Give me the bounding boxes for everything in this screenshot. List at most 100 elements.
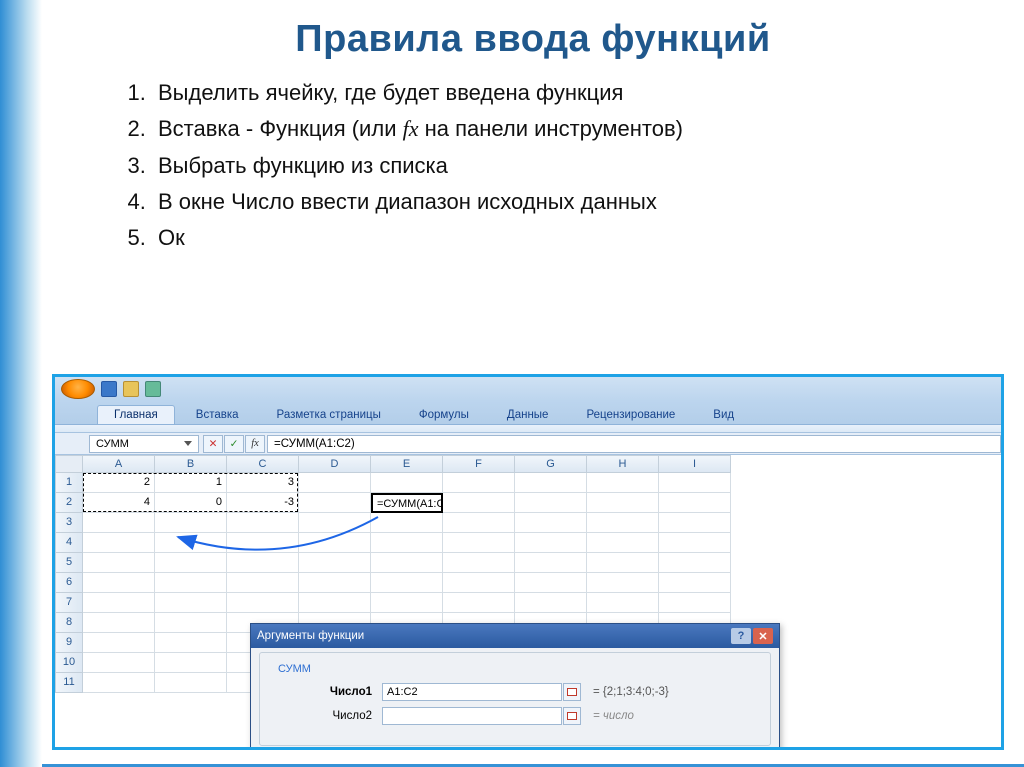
close-button[interactable]: ✕ [753, 628, 773, 644]
cell[interactable] [587, 493, 659, 513]
row-header[interactable]: 3 [55, 513, 83, 533]
formula-input[interactable]: =СУММ(A1:C2) [267, 435, 1001, 453]
cell[interactable] [587, 473, 659, 493]
cell[interactable] [155, 513, 227, 533]
cell[interactable] [587, 513, 659, 533]
row-header[interactable]: 8 [55, 613, 83, 633]
col-header[interactable]: D [299, 455, 371, 473]
cell[interactable] [515, 593, 587, 613]
cell[interactable] [587, 593, 659, 613]
cell[interactable] [659, 533, 731, 553]
cell[interactable]: 2 [83, 473, 155, 493]
cell[interactable] [515, 533, 587, 553]
cell[interactable] [83, 653, 155, 673]
row-header[interactable]: 1 [55, 473, 83, 493]
cell[interactable] [299, 593, 371, 613]
cell[interactable] [155, 553, 227, 573]
select-all-corner[interactable] [55, 455, 83, 473]
cell[interactable] [443, 513, 515, 533]
cell[interactable] [371, 573, 443, 593]
worksheet-grid[interactable]: A B C D E F G H I 1234567891011 21340-3=… [55, 455, 1001, 750]
cell[interactable] [227, 533, 299, 553]
row-header[interactable]: 6 [55, 573, 83, 593]
tab-page-layout[interactable]: Разметка страницы [260, 405, 398, 424]
confirm-formula-button[interactable]: ✓ [224, 435, 244, 453]
dialog-titlebar[interactable]: Аргументы функции ? ✕ [251, 624, 779, 648]
cell[interactable] [155, 633, 227, 653]
cell[interactable] [587, 573, 659, 593]
tab-view[interactable]: Вид [696, 405, 751, 424]
col-header[interactable]: C [227, 455, 299, 473]
cell[interactable] [659, 493, 731, 513]
arg-input[interactable] [382, 707, 562, 725]
cell[interactable] [515, 513, 587, 533]
cell[interactable] [155, 653, 227, 673]
cell[interactable] [443, 533, 515, 553]
cell[interactable] [659, 553, 731, 573]
cell[interactable] [659, 513, 731, 533]
function-arguments-dialog[interactable]: Аргументы функции ? ✕ СУММ Число1 = {2;1… [250, 623, 780, 750]
col-header[interactable]: H [587, 455, 659, 473]
cell[interactable] [83, 553, 155, 573]
tab-insert[interactable]: Вставка [179, 405, 256, 424]
cancel-formula-button[interactable]: ✕ [203, 435, 223, 453]
cell[interactable] [443, 473, 515, 493]
cell[interactable] [515, 493, 587, 513]
cell[interactable] [83, 613, 155, 633]
cell[interactable]: -3 [227, 493, 299, 513]
cell[interactable] [299, 573, 371, 593]
col-header[interactable]: F [443, 455, 515, 473]
arg-input[interactable] [382, 683, 562, 701]
name-box[interactable]: СУММ [89, 435, 199, 453]
cell[interactable] [443, 573, 515, 593]
cell[interactable] [515, 473, 587, 493]
tab-home[interactable]: Главная [97, 405, 175, 424]
cell[interactable] [371, 553, 443, 573]
range-picker-button[interactable] [563, 683, 581, 701]
cell[interactable] [155, 593, 227, 613]
cell[interactable] [443, 493, 515, 513]
cell[interactable] [371, 513, 443, 533]
cell[interactable] [299, 513, 371, 533]
col-header[interactable]: E [371, 455, 443, 473]
cell[interactable] [155, 533, 227, 553]
cell[interactable]: 0 [155, 493, 227, 513]
cell[interactable] [299, 493, 371, 513]
cell[interactable] [371, 533, 443, 553]
cell[interactable] [227, 553, 299, 573]
cell[interactable]: =СУММ(A1:C2) [371, 493, 443, 513]
row-header[interactable]: 4 [55, 533, 83, 553]
tab-data[interactable]: Данные [490, 405, 566, 424]
cell[interactable] [515, 573, 587, 593]
row-header[interactable]: 2 [55, 493, 83, 513]
row-header[interactable]: 10 [55, 653, 83, 673]
cell[interactable] [227, 573, 299, 593]
col-header[interactable]: B [155, 455, 227, 473]
cell[interactable]: 3 [227, 473, 299, 493]
cell[interactable] [515, 553, 587, 573]
office-button[interactable] [61, 379, 95, 399]
row-header[interactable]: 9 [55, 633, 83, 653]
col-header[interactable]: G [515, 455, 587, 473]
cell[interactable] [371, 593, 443, 613]
col-header[interactable]: I [659, 455, 731, 473]
cell[interactable] [83, 633, 155, 653]
cell[interactable] [371, 473, 443, 493]
cell[interactable] [227, 593, 299, 613]
undo-icon[interactable] [123, 381, 139, 397]
cell[interactable] [83, 513, 155, 533]
cell[interactable] [83, 573, 155, 593]
tab-review[interactable]: Рецензирование [569, 405, 692, 424]
row-header[interactable]: 11 [55, 673, 83, 693]
cell[interactable] [155, 573, 227, 593]
row-header[interactable]: 5 [55, 553, 83, 573]
cell[interactable] [299, 553, 371, 573]
cell[interactable] [83, 673, 155, 693]
cell[interactable] [83, 533, 155, 553]
cell[interactable]: 1 [155, 473, 227, 493]
cell[interactable] [587, 533, 659, 553]
tab-formulas[interactable]: Формулы [402, 405, 486, 424]
cell[interactable] [587, 553, 659, 573]
cell[interactable] [659, 573, 731, 593]
cell[interactable] [443, 593, 515, 613]
